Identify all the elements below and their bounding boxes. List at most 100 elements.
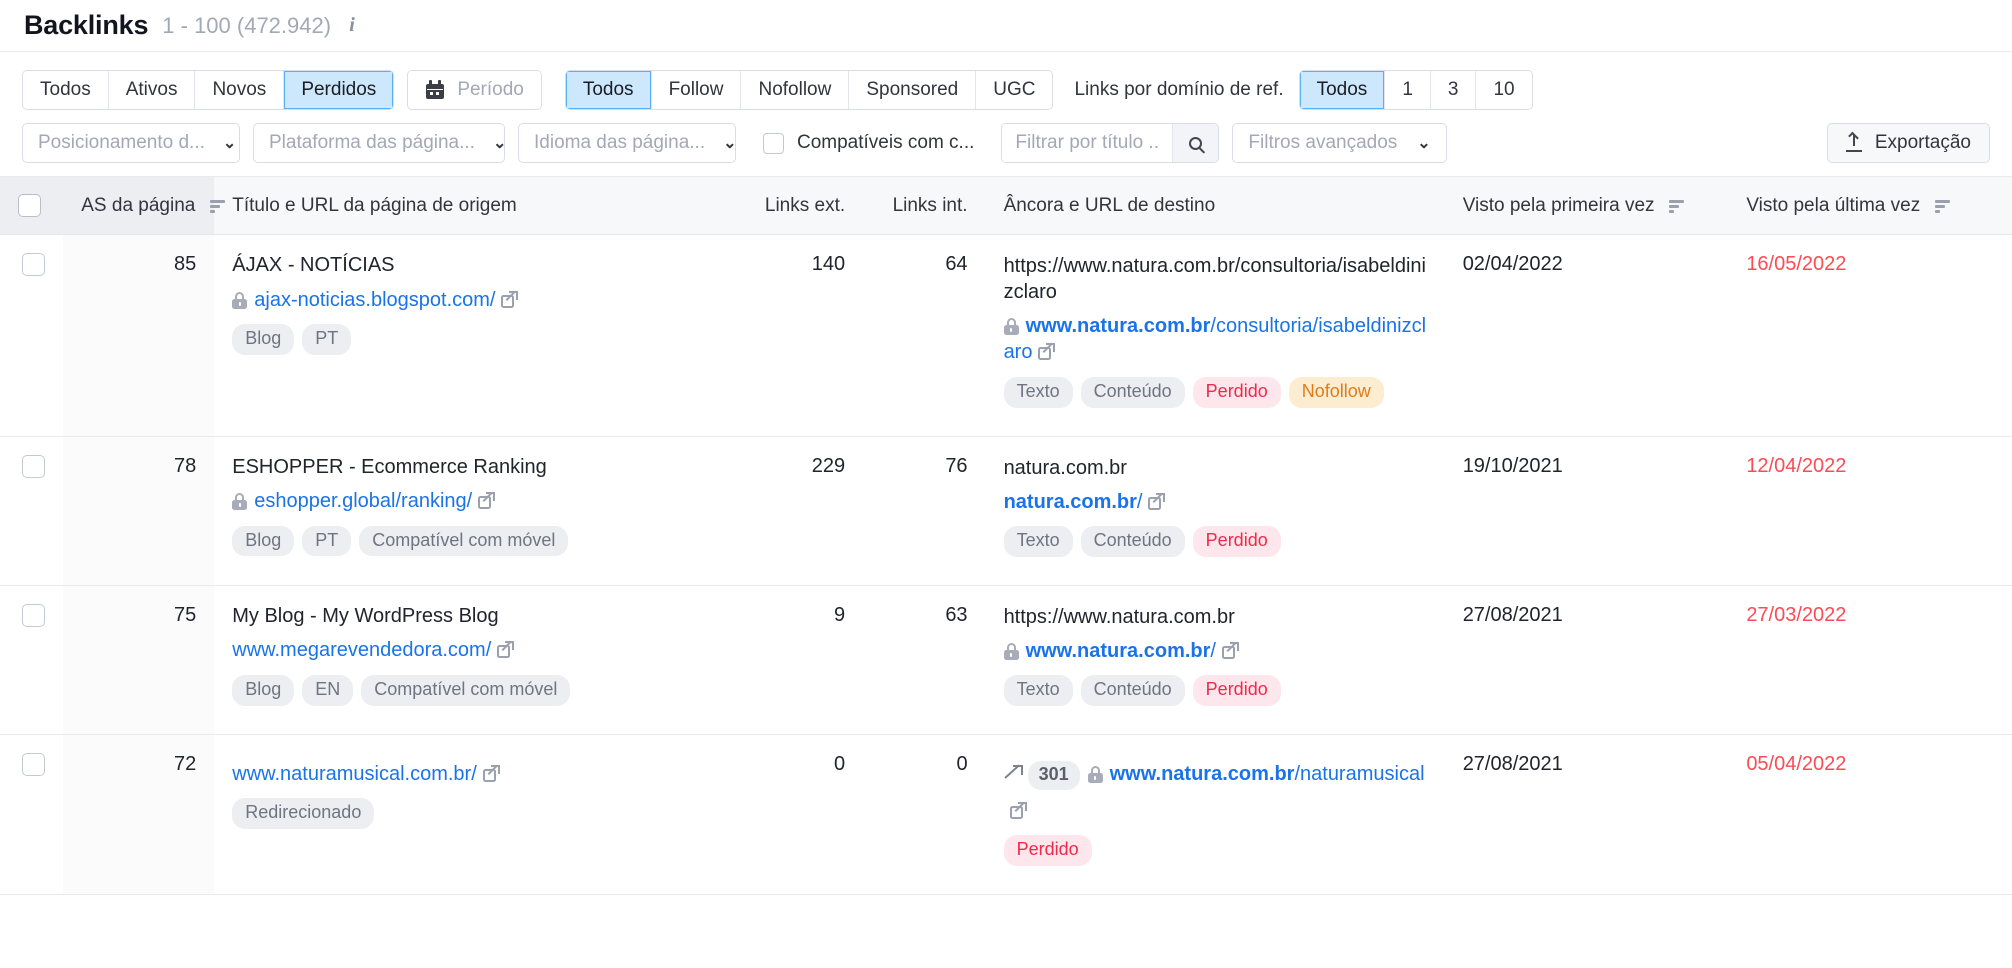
- follow-filter-follow[interactable]: Follow: [651, 71, 742, 109]
- dest-url[interactable]: www.natura.com.br/consultoria/isabeldini…: [1003, 313, 1427, 366]
- dest-url[interactable]: 301 www.natura.com.br/naturamusical: [1004, 760, 1427, 824]
- page-header: Backlinks 1 - 100 (472.942) i: [0, 0, 2012, 52]
- authority-score-cell: 75: [63, 585, 215, 735]
- dest-url[interactable]: natura.com.br/: [1004, 489, 1427, 515]
- status-filter-novos[interactable]: Novos: [195, 71, 285, 109]
- column-header-last-seen[interactable]: Visto pela última vez: [1728, 176, 2012, 235]
- sort-icon[interactable]: [209, 200, 225, 213]
- sort-icon[interactable]: [1934, 200, 1950, 213]
- follow-filter-sponsored[interactable]: Sponsored: [849, 71, 977, 109]
- source-url-link[interactable]: eshopper.global/ranking/: [254, 490, 472, 512]
- dest-tag: Conteúdo: [1080, 525, 1185, 557]
- table-body: 85 ÁJAX - NOTÍCIAS ajax-noticias.blogspo…: [0, 234, 2012, 895]
- source-tag: Compatível com móvel: [361, 674, 571, 706]
- column-header-anchor: Âncora e URL de destino: [985, 176, 1445, 235]
- follow-filter-nofollow[interactable]: Nofollow: [741, 71, 850, 109]
- dest-tag: Nofollow: [1288, 376, 1384, 408]
- select-all-checkbox[interactable]: [18, 194, 41, 217]
- status-filter-todos[interactable]: Todos: [23, 71, 109, 109]
- follow-filter-todos[interactable]: Todos: [565, 71, 652, 109]
- source-url[interactable]: www.naturamusical.com.br/: [232, 761, 714, 787]
- last-seen-cell: 05/04/2022: [1728, 734, 2012, 895]
- source-tag: Blog: [232, 525, 295, 557]
- follow-filter-ugc[interactable]: UGC: [976, 71, 1053, 109]
- search-button[interactable]: [1172, 124, 1219, 162]
- row-checkbox[interactable]: [22, 454, 45, 478]
- external-link-icon[interactable]: [501, 290, 519, 308]
- source-url-link[interactable]: ajax-noticias.blogspot.com/: [254, 289, 495, 311]
- external-link-icon[interactable]: [1038, 343, 1056, 361]
- column-label-first-seen: Visto pela primeira vez: [1462, 194, 1655, 216]
- dest-tag: Texto: [1003, 525, 1073, 557]
- external-links-cell: 229: [732, 436, 864, 586]
- external-links-cell: 140: [732, 234, 864, 437]
- redirect-arrow-icon: [1004, 764, 1023, 783]
- external-link-icon[interactable]: [1009, 801, 1027, 819]
- row-checkbox[interactable]: [22, 752, 45, 776]
- source-url-link[interactable]: www.megarevendedora.com/: [232, 639, 491, 661]
- external-link-icon[interactable]: [1148, 492, 1166, 510]
- column-header-first-seen[interactable]: Visto pela primeira vez: [1444, 176, 1729, 235]
- first-seen-cell: 27/08/2021: [1444, 734, 1729, 895]
- table-header-row: AS da página Título e URL da página de o…: [0, 176, 2012, 235]
- anchor-cell: https://www.natura.com.br www.natura.com…: [985, 585, 1445, 735]
- source-url[interactable]: www.megarevendedora.com/: [232, 637, 714, 663]
- source-url-link[interactable]: www.naturamusical.com.br/: [232, 763, 477, 785]
- platform-select[interactable]: Plataforma das página... ⌄: [253, 123, 506, 163]
- sort-icon[interactable]: [1668, 200, 1684, 213]
- calendar-icon: [425, 79, 446, 101]
- dest-tags: Texto Conteúdo Perdido Nofollow: [1003, 376, 1427, 416]
- external-link-icon[interactable]: [1221, 641, 1239, 659]
- checkbox-box[interactable]: [763, 132, 784, 154]
- last-seen-date: 05/04/2022: [1746, 752, 1847, 775]
- search-input[interactable]: [1002, 124, 1173, 162]
- links-per-domain-10[interactable]: 10: [1476, 71, 1532, 109]
- platform-select-value: Plataforma das página...: [269, 132, 475, 153]
- table-row: 78 ESHOPPER - Ecommerce Ranking eshopper…: [0, 436, 2012, 586]
- period-button[interactable]: Período: [408, 71, 541, 109]
- search-icon: [1189, 136, 1203, 150]
- dest-url-link[interactable]: www.natura.com.br/naturamusical: [1110, 763, 1425, 785]
- advanced-filters-dropdown[interactable]: Filtros avançados ⌄: [1232, 123, 1447, 163]
- status-filter-ativos[interactable]: Ativos: [108, 71, 196, 109]
- column-header-as[interactable]: AS da página: [63, 176, 225, 235]
- dest-url-link[interactable]: www.natura.com.br/consultoria/isabeldini…: [1004, 315, 1427, 363]
- external-link-icon[interactable]: [482, 764, 500, 782]
- row-checkbox[interactable]: [22, 253, 45, 276]
- authority-score-cell: 72: [63, 734, 215, 895]
- first-seen-date: 27/08/2021: [1462, 752, 1563, 775]
- source-url[interactable]: ajax-noticias.blogspot.com/: [232, 287, 714, 313]
- external-link-icon[interactable]: [497, 641, 515, 659]
- backlinks-page: Backlinks 1 - 100 (472.942) i Todos Ativ…: [0, 0, 2012, 968]
- source-cell: ÁJAX - NOTÍCIAS ajax-noticias.blogspot.c…: [214, 234, 733, 437]
- mobile-compatible-checkbox[interactable]: Compatíveis com c...: [763, 132, 974, 154]
- internal-links-cell: 63: [863, 585, 986, 735]
- dest-url[interactable]: www.natura.com.br/: [1003, 638, 1427, 664]
- dest-tag: Conteúdo: [1080, 675, 1185, 706]
- external-links-cell: 9: [732, 585, 864, 735]
- external-link-icon[interactable]: [478, 492, 496, 510]
- results-range: 1 - 100 (472.942): [162, 12, 332, 38]
- source-tag: Redirecionado: [232, 798, 375, 830]
- lock-icon: [232, 493, 248, 511]
- last-seen-cell: 27/03/2022: [1728, 585, 2012, 735]
- title-filter: [1001, 123, 1220, 163]
- info-icon[interactable]: i: [344, 14, 360, 36]
- language-select[interactable]: Idioma das página... ⌄: [518, 123, 737, 163]
- source-url[interactable]: eshopper.global/ranking/: [232, 488, 714, 514]
- anchor-text: natura.com.br: [1003, 456, 1127, 479]
- anchor-cell: natura.com.br natura.com.br/ Texto Conteú…: [985, 436, 1445, 586]
- dest-url-link[interactable]: natura.com.br/: [1004, 491, 1143, 513]
- links-per-domain-1[interactable]: 1: [1385, 71, 1431, 109]
- export-button[interactable]: Exportação: [1826, 123, 1990, 163]
- lock-icon: [1087, 765, 1103, 783]
- column-header-ext: Links ext.: [732, 176, 864, 235]
- anchor-text: https://www.natura.com.br: [1003, 605, 1235, 628]
- dest-url-link[interactable]: www.natura.com.br/: [1026, 640, 1216, 662]
- chevron-down-icon: ⌄: [723, 135, 737, 152]
- links-per-domain-3[interactable]: 3: [1430, 71, 1477, 109]
- positioning-select[interactable]: Posicionamento d... ⌄: [22, 123, 240, 163]
- links-per-domain-todos[interactable]: Todos: [1299, 71, 1386, 109]
- status-filter-perdidos[interactable]: Perdidos: [284, 71, 394, 109]
- row-checkbox[interactable]: [22, 603, 45, 627]
